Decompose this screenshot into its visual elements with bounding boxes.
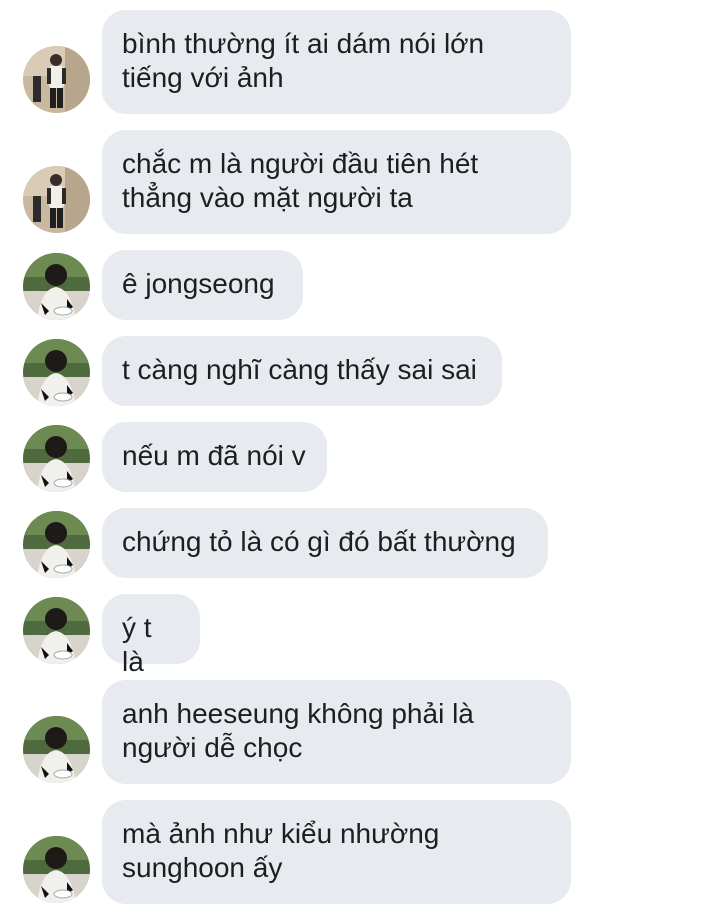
message-bubble[interactable]: chắc m là người đầu tiên hét thẳng vào m…: [102, 130, 571, 234]
avatar-photo-icon: [23, 253, 90, 320]
avatar[interactable]: [23, 253, 90, 320]
avatar[interactable]: [23, 46, 90, 113]
avatar[interactable]: [23, 511, 90, 578]
avatar-photo-icon: [23, 836, 90, 903]
avatar-photo-icon: [23, 425, 90, 492]
avatar-photo-icon: [23, 511, 90, 578]
message-bubble[interactable]: chứng tỏ là có gì đó bất thường: [102, 508, 548, 578]
message-bubble[interactable]: ê jongseong: [102, 250, 303, 320]
avatar-photo-icon: [23, 339, 90, 406]
avatar-photo-icon: [23, 46, 90, 113]
avatar[interactable]: [23, 716, 90, 783]
avatar[interactable]: [23, 597, 90, 664]
avatar-photo-icon: [23, 716, 90, 783]
message-bubble[interactable]: bình thường ít ai dám nói lớn tiếng với …: [102, 10, 571, 114]
avatar[interactable]: [23, 836, 90, 903]
message-bubble[interactable]: nếu m đã nói v: [102, 422, 327, 492]
avatar-photo-icon: [23, 597, 90, 664]
message-bubble[interactable]: anh heeseung không phải là người dễ chọc: [102, 680, 571, 784]
avatar[interactable]: [23, 339, 90, 406]
avatar[interactable]: [23, 166, 90, 233]
message-bubble[interactable]: mà ảnh như kiểu nhường sunghoon ấy: [102, 800, 571, 904]
avatar-photo-icon: [23, 166, 90, 233]
message-bubble[interactable]: ý t là: [102, 594, 200, 677]
message-bubble[interactable]: t càng nghĩ càng thấy sai sai: [102, 336, 502, 406]
avatar[interactable]: [23, 425, 90, 492]
